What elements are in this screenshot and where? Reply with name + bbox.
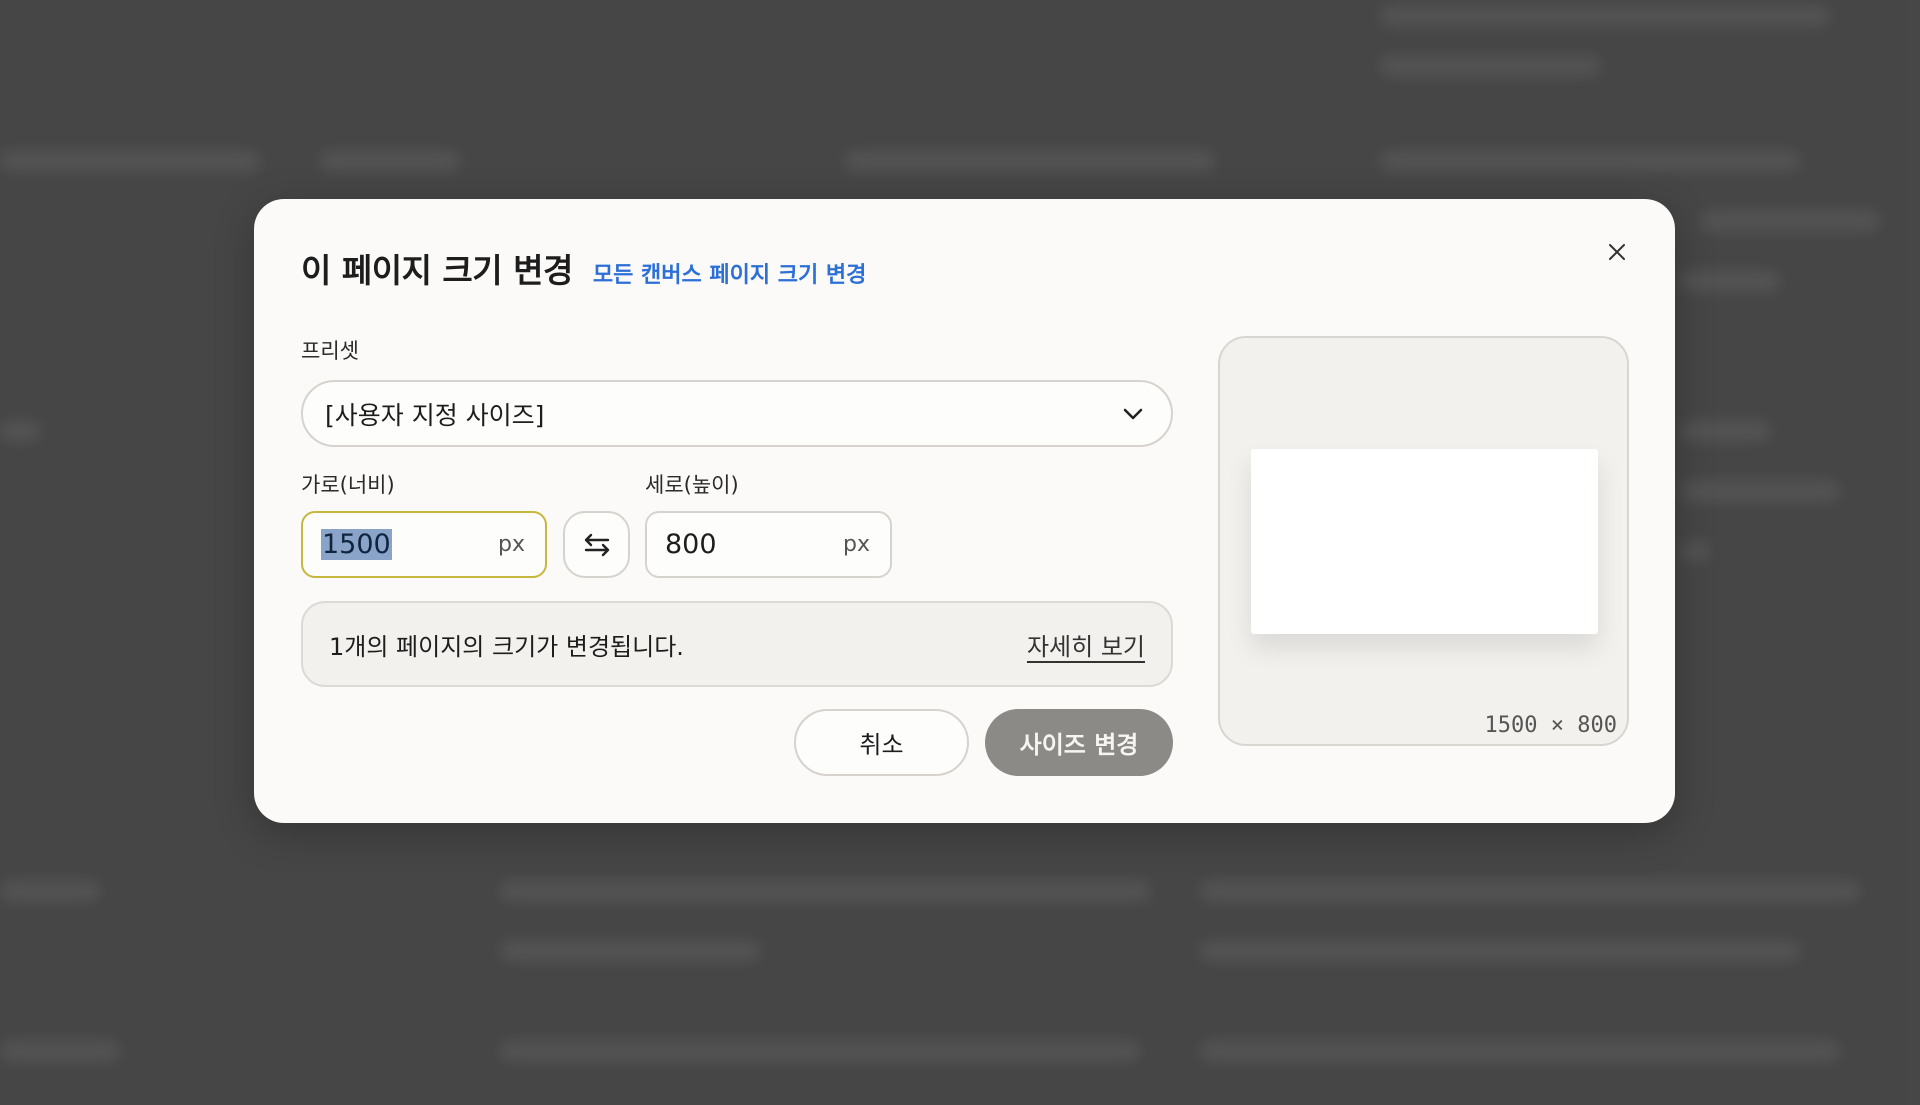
close-icon: [1609, 244, 1625, 260]
preview-page: [1251, 449, 1598, 634]
height-input[interactable]: 800 px: [645, 511, 892, 578]
width-input[interactable]: 1500 px: [301, 511, 547, 578]
width-unit: px: [498, 532, 525, 557]
info-message: 1개의 페이지의 크기가 변경됩니다.: [329, 632, 684, 661]
size-preview: 1500 × 800: [1218, 336, 1629, 746]
preset-label: 프리셋: [301, 339, 359, 363]
chevron-down-icon: [1123, 408, 1143, 419]
resize-page-dialog: 이 페이지 크기 변경 모든 캔버스 페이지 크기 변경 프리셋 [사용자 지정…: [254, 199, 1675, 823]
dialog-header: 이 페이지 크기 변경 모든 캔버스 페이지 크기 변경: [301, 244, 866, 294]
swap-arrows-icon: [584, 533, 609, 556]
close-button[interactable]: [1599, 234, 1635, 270]
width-label: 가로(너비): [301, 473, 395, 497]
swap-dimensions-button[interactable]: [563, 511, 630, 578]
preset-selected-value: [사용자 지정 사이즈]: [325, 400, 545, 430]
height-value: 800: [665, 529, 717, 560]
info-notice: 1개의 페이지의 크기가 변경됩니다. 자세히 보기: [301, 601, 1173, 687]
resize-all-pages-link[interactable]: 모든 캔버스 페이지 크기 변경: [593, 257, 867, 289]
preview-dimensions: 1500 × 800: [1484, 713, 1617, 738]
height-unit: px: [843, 532, 870, 557]
height-label: 세로(높이): [645, 473, 739, 497]
dialog-title: 이 페이지 크기 변경: [301, 251, 573, 290]
resize-button[interactable]: 사이즈 변경: [985, 709, 1173, 776]
width-value: 1500: [321, 529, 392, 560]
preset-dropdown[interactable]: [사용자 지정 사이즈]: [301, 380, 1173, 447]
cancel-button[interactable]: 취소: [794, 709, 969, 776]
details-link[interactable]: 자세히 보기: [1027, 627, 1145, 662]
